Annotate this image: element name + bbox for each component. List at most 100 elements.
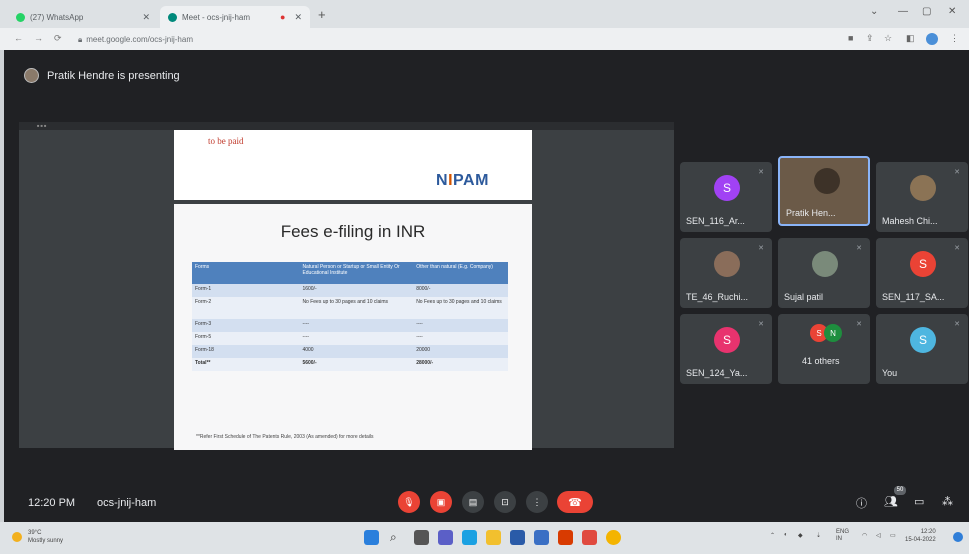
end-call-button[interactable]: ☎ [557, 491, 593, 513]
presenting-banner: Pratik Hendre is presenting [24, 68, 180, 83]
chrome-icon[interactable] [606, 530, 621, 545]
menu-kebab-icon[interactable]: ⋮ [950, 33, 959, 44]
fees-table: Forms Natural Person or Startup or Small… [192, 262, 508, 371]
table-cell: 4000 [299, 345, 414, 358]
share-icon[interactable]: ⇪ [866, 33, 874, 44]
whatsapp-icon [16, 12, 25, 22]
maximize-button[interactable]: ▢ [922, 6, 931, 17]
self-tile[interactable]: ✕ S You [876, 314, 968, 384]
reload-icon[interactable]: ⟳ [54, 33, 62, 44]
others-tile[interactable]: ✕ S N 41 others [778, 314, 870, 384]
close-icon[interactable]: ✕ [142, 12, 150, 23]
app-icon[interactable] [582, 530, 597, 545]
table-row: Form-1 1600/- 8000/- [192, 284, 508, 297]
task-view-icon[interactable] [414, 530, 429, 545]
clock-time: 12:20 [920, 529, 936, 535]
tab-label: Meet - ocs-jnij-ham [182, 12, 251, 22]
windows-start-icon[interactable] [364, 530, 379, 545]
battery-icon[interactable]: ▭ [890, 532, 896, 539]
weather-widget[interactable]: 39°C Mostly sunny [28, 529, 63, 545]
current-slide: Fees e-filing in INR Forms Natural Perso… [174, 204, 532, 450]
mail-icon[interactable] [534, 530, 549, 545]
extensions-icon[interactable]: ◧ [906, 33, 915, 44]
activities-icon[interactable]: ⁂ [942, 495, 953, 508]
volume-icon[interactable]: ◁ [876, 532, 881, 539]
wifi-icon[interactable]: ◠ [862, 532, 867, 539]
weather-temp: 39°C [28, 530, 42, 536]
tray-app-icon[interactable]: ⇣ [816, 532, 821, 539]
tab-label: (27) WhatsApp [30, 12, 84, 22]
url-text: meet.google.com/ocs-jnij-ham [86, 35, 193, 44]
table-cell: ---- [299, 332, 414, 345]
avatar: S [910, 251, 936, 277]
participant-tile-active-speaker[interactable]: Pratik Hen... [778, 156, 870, 226]
weather-sun-icon [12, 532, 22, 542]
table-cell: Total** [192, 358, 300, 371]
system-clock[interactable]: 12:20 15-04-2022 [905, 528, 936, 544]
more-options-button[interactable]: ⋮ [526, 491, 548, 513]
language-indicator[interactable]: ENG IN [836, 529, 849, 543]
camera-off-button[interactable]: ▣ [430, 491, 452, 513]
file-explorer-icon[interactable] [486, 530, 501, 545]
captions-button[interactable]: ▤ [462, 491, 484, 513]
avatar [812, 251, 838, 277]
table-cell: 5600/- [299, 358, 414, 371]
table-row: Total** 5600/- 28000/- [192, 358, 508, 371]
office-icon[interactable] [558, 530, 573, 545]
participant-tile[interactable]: ✕ Mahesh Chi... [876, 162, 968, 232]
meet-control-bar: 12:20 PM ocs-jnij-ham 🎙︎ ▣ ▤ ⊡ ⋮ ☎ ⓘ 👥︎ … [4, 484, 969, 522]
mic-off-icon: ✕ [758, 321, 764, 328]
new-tab-button[interactable]: + [318, 7, 326, 22]
star-icon[interactable]: ☆ [884, 33, 892, 44]
tab-whatsapp[interactable]: (27) WhatsApp ✕ [8, 6, 158, 28]
mic-off-icon: ✕ [954, 169, 960, 176]
camera-icon[interactable]: ■ [848, 33, 853, 43]
search-icon[interactable]: ⌕ [390, 530, 405, 545]
store-icon[interactable] [510, 530, 525, 545]
participant-tile[interactable]: ✕ S SEN_117_SA... [876, 238, 968, 308]
table-cell: Form-1 [192, 284, 300, 297]
info-icon[interactable]: ⓘ [856, 495, 867, 511]
participant-name: Sujal patil [784, 292, 824, 302]
table-cell: 8000/- [413, 284, 508, 297]
participant-tile[interactable]: ✕ Sujal patil [778, 238, 870, 308]
tab-meet[interactable]: Meet - ocs-jnij-ham ● ✕ [160, 6, 310, 28]
close-icon[interactable]: ✕ [294, 12, 302, 23]
windows-taskbar: 39°C Mostly sunny ⌕ ⌃ ◐ ◆ ⇣ ENG IN ◠ ◁ ▭… [0, 522, 969, 554]
back-arrow-icon[interactable]: ← [14, 33, 23, 43]
tray-app-icon[interactable]: ◐ [784, 532, 788, 538]
tray-app-icon[interactable]: ◆ [798, 532, 803, 539]
edge-icon[interactable] [462, 530, 477, 545]
avatar [714, 251, 740, 277]
notification-icon[interactable] [953, 532, 963, 542]
mic-off-button[interactable]: 🎙︎ [398, 491, 420, 513]
address-bar: ← → ⟳ 🔒︎ meet.google.com/ocs-jnij-ham ■ … [0, 28, 969, 50]
presenting-text: Pratik Hendre is presenting [47, 69, 180, 82]
participant-tile[interactable]: ✕ S SEN_116_Ar... [680, 162, 772, 232]
participant-tile[interactable]: ✕ TE_46_Ruchi... [680, 238, 772, 308]
chevron-up-icon[interactable]: ⌃ [770, 532, 775, 539]
participant-name: SEN_117_SA... [882, 292, 945, 302]
clock-date: 15-04-2022 [905, 537, 936, 543]
minimize-button[interactable]: — [898, 6, 908, 17]
participant-tile[interactable]: ✕ S SEN_124_Ya... [680, 314, 772, 384]
chat-app-icon[interactable] [438, 530, 453, 545]
participant-name: 41 others [802, 356, 840, 366]
forward-arrow-icon[interactable]: → [34, 33, 43, 43]
table-cell: Form-5 [192, 332, 300, 345]
lock-icon: 🔒︎ [78, 34, 83, 44]
present-button[interactable]: ⊡ [494, 491, 516, 513]
close-window-button[interactable]: ✕ [948, 6, 956, 17]
avatar: S [910, 327, 936, 353]
participant-name: Mahesh Chi... [882, 216, 938, 226]
participant-name: SEN_124_Ya... [686, 368, 748, 378]
weather-desc: Mostly sunny [28, 538, 64, 544]
chevron-down-icon[interactable]: ⌄ [870, 6, 878, 17]
previous-slide: to be paid NIPAM [174, 130, 532, 200]
url-field[interactable]: 🔒︎ meet.google.com/ocs-jnij-ham [78, 32, 838, 47]
people-icon[interactable]: 👥︎ [884, 495, 898, 508]
chat-icon[interactable]: ▭ [914, 495, 924, 508]
profile-avatar[interactable] [926, 33, 938, 45]
nipam-logo: NIPAM [436, 172, 489, 189]
mic-off-icon: ✕ [856, 245, 862, 252]
